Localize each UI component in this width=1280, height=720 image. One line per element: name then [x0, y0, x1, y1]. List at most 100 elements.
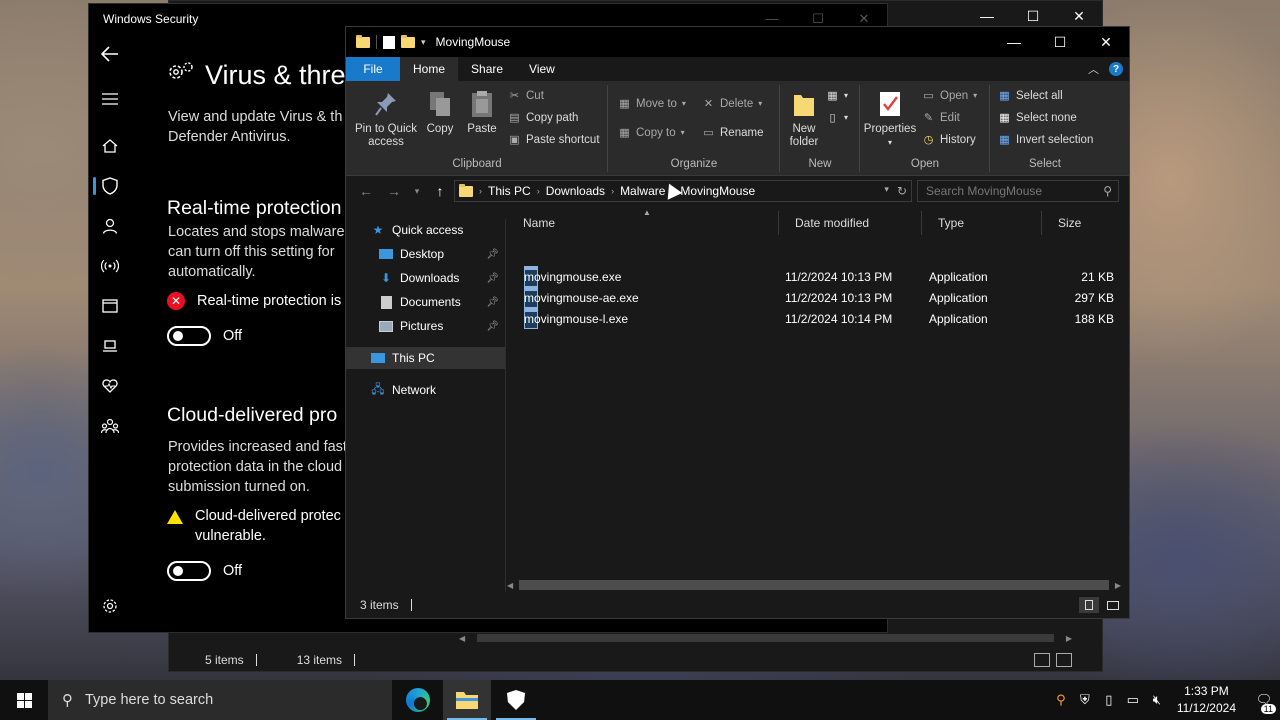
large-icons-view-icon[interactable]	[1056, 653, 1072, 667]
clock[interactable]: 1:33 PM 11/12/2024	[1177, 683, 1236, 717]
home-icon[interactable]	[89, 131, 131, 161]
collapse-ribbon-icon[interactable]: ︿	[1088, 61, 1099, 77]
firewall-network-icon[interactable]	[89, 251, 131, 281]
close-icon[interactable]: ✕	[1083, 27, 1129, 57]
up-arrow-icon[interactable]: ↑	[426, 183, 454, 199]
back-arrow-icon[interactable]: ←	[352, 183, 380, 199]
help-icon[interactable]: ?	[1109, 62, 1123, 76]
large-icons-view-icon[interactable]	[1103, 597, 1123, 613]
select-all-button[interactable]: ▦ Select all	[998, 89, 1062, 103]
nav-network[interactable]: 🖧︎ Network	[346, 379, 505, 401]
scroll-left-icon[interactable]: ◀	[459, 634, 465, 643]
tab-view[interactable]: View	[516, 57, 568, 81]
scroll-right-icon[interactable]: ▶	[1066, 634, 1072, 643]
table-row[interactable]: movingmouse-ae.exe 11/2/2024 10:13 PM Ap…	[507, 287, 1129, 308]
breadcrumb-this-pc[interactable]: This PC	[488, 184, 531, 198]
open-button[interactable]: ▭ Open ▾	[922, 89, 977, 103]
volume-muted-icon[interactable]: 🔇︎	[1145, 692, 1169, 708]
device-security-icon[interactable]	[89, 331, 131, 361]
address-dropdown-icon[interactable]: ▾	[884, 184, 889, 198]
table-row[interactable]: movingmouse.exe 11/2/2024 10:13 PM Appli…	[507, 266, 1129, 287]
scroll-left-icon[interactable]: ◀	[507, 581, 513, 590]
horizontal-scrollbar[interactable]: ◀ ▶	[459, 631, 1072, 645]
shield-icon[interactable]	[89, 171, 131, 201]
file-explorer-window[interactable]: ▾ MovingMouse — ☐ ✕ File Home Share View…	[345, 26, 1130, 619]
tab-home[interactable]: Home	[400, 57, 459, 81]
new-item-button[interactable]: ▦ ▾	[826, 89, 848, 102]
cut-button[interactable]: ✂ Cut	[508, 89, 544, 103]
delete-button[interactable]: ✕ Delete ▾	[702, 97, 762, 111]
security-shield-tray-icon[interactable]: ⛨	[1073, 692, 1097, 708]
back-arrow-icon[interactable]	[89, 39, 131, 69]
column-type[interactable]: Type	[922, 211, 1042, 235]
cdp-toggle[interactable]: Off	[167, 561, 242, 581]
nav-pictures[interactable]: Pictures 📌︎	[346, 315, 505, 337]
invert-selection-button[interactable]: ▦ Invert selection	[998, 133, 1093, 147]
tab-file[interactable]: File	[346, 57, 400, 81]
new-folder-icon[interactable]	[401, 34, 415, 48]
notification-center-button[interactable]: 🗨︎ 11	[1248, 692, 1280, 714]
forward-arrow-icon[interactable]: →	[380, 183, 408, 199]
breadcrumb-movingmouse[interactable]: MovingMouse	[680, 184, 755, 198]
paste-button[interactable]: Paste	[464, 89, 500, 136]
taskbar-edge[interactable]	[394, 680, 442, 720]
properties-check-icon[interactable]	[383, 35, 395, 49]
address-bar[interactable]: › This PC › Downloads › Malware › Moving…	[454, 180, 912, 202]
explorer-titlebar[interactable]: ▾ MovingMouse — ☐ ✕	[346, 27, 1129, 57]
start-button[interactable]	[0, 680, 48, 720]
family-options-icon[interactable]	[89, 411, 131, 441]
history-button[interactable]: ◷ History	[922, 133, 976, 147]
rtp-toggle[interactable]: Off	[167, 326, 242, 346]
scroll-thumb[interactable]	[477, 634, 1054, 642]
details-view-icon[interactable]	[1034, 653, 1050, 667]
search-key-icon[interactable]: ⚲	[1049, 692, 1073, 708]
properties-button[interactable]: Properties ▾	[860, 89, 920, 149]
chevron-down-icon[interactable]: ▾	[421, 37, 426, 48]
nav-quick-access[interactable]: ★ Quick access	[346, 219, 505, 241]
move-to-button[interactable]: ▦ Move to ▾	[618, 97, 686, 111]
scroll-right-icon[interactable]: ▶	[1115, 581, 1121, 590]
account-icon[interactable]	[89, 211, 131, 241]
pin-to-quick-access-button[interactable]: Pin to Quick access	[352, 89, 420, 149]
column-name[interactable]: Name	[507, 211, 779, 235]
horizontal-scrollbar[interactable]: ◀ ▶	[507, 578, 1121, 592]
select-none-button[interactable]: ▦ Select none	[998, 111, 1076, 125]
nav-this-pc[interactable]: This PC	[346, 347, 505, 369]
new-folder-button[interactable]: New folder	[784, 89, 824, 149]
hamburger-menu-icon[interactable]	[89, 84, 131, 114]
search-box[interactable]: Search MovingMouse ⚲	[917, 180, 1119, 202]
edit-button[interactable]: ✎ Edit	[922, 111, 960, 125]
rtp-desc-line2: can turn off this setting for	[168, 244, 335, 260]
breadcrumb-downloads[interactable]: Downloads	[546, 184, 605, 198]
nav-downloads[interactable]: ⬇ Downloads 📌︎	[346, 267, 505, 289]
recent-locations-chevron-icon[interactable]: ▾	[408, 186, 426, 197]
toggle-switch[interactable]	[167, 561, 211, 581]
copy-path-button[interactable]: ▤ Copy path	[508, 111, 578, 125]
nav-documents[interactable]: Documents 📌︎	[346, 291, 505, 313]
nav-desktop[interactable]: Desktop 📌︎	[346, 243, 505, 265]
tab-share[interactable]: Share	[458, 57, 516, 81]
usb-device-icon[interactable]: ▯	[1097, 692, 1121, 708]
paste-shortcut-button[interactable]: ▣ Paste shortcut	[508, 133, 599, 147]
copy-button[interactable]: Copy	[424, 89, 456, 136]
column-date-modified[interactable]: Date modified	[779, 211, 922, 235]
taskbar-file-explorer[interactable]	[443, 680, 491, 720]
taskbar-windows-security[interactable]	[492, 680, 540, 720]
maximize-icon[interactable]: ☐	[1037, 27, 1083, 57]
scroll-thumb[interactable]	[519, 580, 1109, 590]
table-row[interactable]: movingmouse-l.exe 11/2/2024 10:14 PM App…	[507, 308, 1129, 329]
app-browser-control-icon[interactable]	[89, 291, 131, 321]
rename-button[interactable]: ▭ Rename	[702, 126, 763, 140]
taskbar-search[interactable]: ⚲ Type here to search	[48, 680, 392, 720]
minimize-icon[interactable]: —	[991, 27, 1037, 57]
copy-to-button[interactable]: ▦ Copy to ▾	[618, 126, 684, 140]
settings-gear-icon[interactable]	[89, 591, 131, 621]
network-tray-icon[interactable]: ▭	[1121, 692, 1145, 708]
breadcrumb-malware[interactable]: Malware	[620, 184, 665, 198]
column-size[interactable]: Size	[1042, 211, 1122, 235]
device-health-icon[interactable]	[89, 371, 131, 401]
toggle-switch[interactable]	[167, 326, 211, 346]
details-view-icon[interactable]	[1079, 597, 1099, 613]
easy-access-button[interactable]: ▯ ▾	[826, 111, 848, 124]
refresh-icon[interactable]: ↻	[897, 184, 907, 198]
